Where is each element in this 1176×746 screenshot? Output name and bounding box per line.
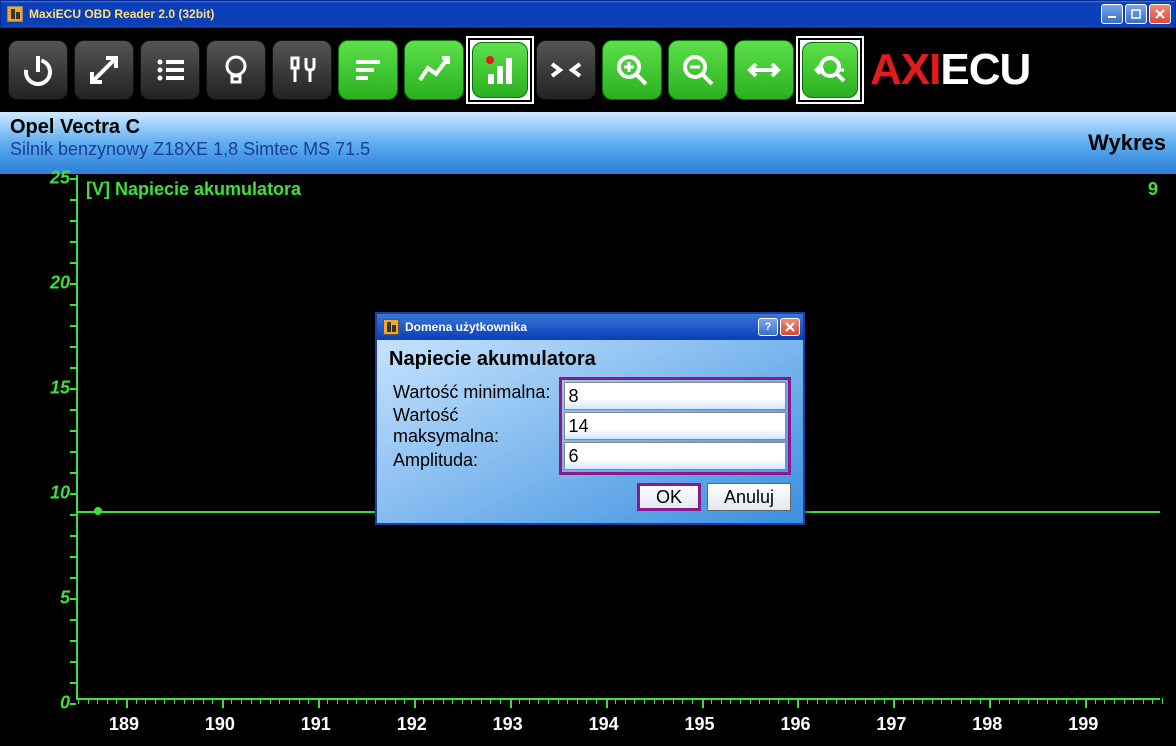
tools-button[interactable] [272, 40, 332, 100]
y-tick-label: 10 [50, 483, 70, 504]
logo-ecu: ECU [940, 45, 1030, 95]
help-icon: ? [765, 321, 772, 333]
dialog-title-text: Domena użytkownika [405, 320, 758, 334]
x-axis: 189 190 191 192 193 194 195 196 197 198 199 [76, 704, 1160, 740]
x-tick-label: 196 [780, 714, 810, 735]
fit-width-icon [746, 52, 782, 88]
list-button[interactable] [140, 40, 200, 100]
x-tick-label: 194 [589, 714, 619, 735]
x-tick-label: 197 [876, 714, 906, 735]
bars-icon [482, 52, 518, 88]
logo-axi: AXI [870, 45, 940, 95]
x-tick-label: 189 [109, 714, 139, 735]
ok-button[interactable]: OK [637, 483, 701, 511]
data-point [94, 507, 102, 515]
fit-width-button[interactable] [734, 40, 794, 100]
y-tick-label: 25 [50, 168, 70, 189]
y-tick-label: 20 [50, 273, 70, 294]
expand-icon [86, 52, 122, 88]
close-icon [1155, 9, 1165, 19]
zoom-out-button[interactable] [668, 40, 728, 100]
titlebar: MaxiECU OBD Reader 2.0 (32bit) [0, 0, 1176, 28]
bulb-button[interactable] [206, 40, 266, 100]
app-icon [7, 6, 23, 22]
amp-input[interactable] [564, 442, 786, 470]
x-tick-label: 195 [685, 714, 715, 735]
tools-icon [284, 52, 320, 88]
zoom-in-button[interactable] [602, 40, 662, 100]
dialog-close-button[interactable] [780, 318, 800, 336]
x-tick-label: 191 [301, 714, 331, 735]
bars-button-selected[interactable] [470, 40, 530, 100]
power-icon [20, 52, 56, 88]
x-tick-label: 198 [972, 714, 1002, 735]
x-tick [1162, 698, 1163, 704]
min-input[interactable] [564, 382, 786, 410]
y-tick-label: 5 [60, 588, 70, 609]
titlebar-text: MaxiECU OBD Reader 2.0 (32bit) [29, 7, 1101, 21]
view-label: Wykres [1088, 130, 1166, 156]
max-input[interactable] [564, 412, 786, 440]
list-icon [152, 52, 188, 88]
close-button[interactable] [1149, 4, 1171, 24]
amp-label: Amplituda: [389, 445, 559, 475]
maximize-icon [1131, 9, 1141, 19]
dialog-buttons: OK Anuluj [389, 483, 791, 511]
domain-dialog: Domena użytkownika ? Napiecie akumulator… [375, 312, 805, 525]
narrow-button[interactable] [536, 40, 596, 100]
dialog-icon [383, 319, 399, 335]
x-tick-label: 199 [1068, 714, 1098, 735]
minimize-icon [1107, 9, 1117, 19]
filter-icon [350, 52, 386, 88]
narrow-icon [548, 52, 584, 88]
dialog-body: Napiecie akumulatora Wartość minimalna: … [377, 340, 803, 523]
bulb-icon [218, 52, 254, 88]
dialog-help-button[interactable]: ? [758, 318, 778, 336]
vehicle-title: Opel Vectra C [10, 116, 370, 139]
dialog-fields: Wartość minimalna: Wartość maksymalna: A… [389, 377, 791, 475]
zoom-out-icon [680, 52, 716, 88]
filter-button[interactable] [338, 40, 398, 100]
y-axis: 0510152025 [6, 175, 76, 700]
x-tick-label: 190 [205, 714, 235, 735]
vehicle-info-strip: Opel Vectra C Silnik benzynowy Z18XE 1,8… [0, 112, 1176, 174]
maximize-button[interactable] [1125, 4, 1147, 24]
window-controls [1101, 4, 1171, 24]
logo: AXIECU [870, 45, 1030, 95]
x-tick-label: 193 [493, 714, 523, 735]
y-tick-label: 15 [50, 378, 70, 399]
x-tick-label: 192 [397, 714, 427, 735]
zoom-fit-button-selected[interactable] [800, 40, 860, 100]
power-button[interactable] [8, 40, 68, 100]
min-label: Wartość minimalna: [389, 377, 559, 407]
graph-button[interactable] [404, 40, 464, 100]
zoom-in-icon [614, 52, 650, 88]
zoom-fit-icon [812, 52, 848, 88]
vehicle-info: Opel Vectra C Silnik benzynowy Z18XE 1,8… [10, 116, 370, 160]
dialog-titlebar[interactable]: Domena użytkownika ? [377, 314, 803, 340]
cancel-button[interactable]: Anuluj [707, 483, 791, 511]
y-tick-label: 0 [60, 693, 70, 714]
max-label: Wartość maksymalna: [389, 411, 559, 441]
graph-icon [416, 52, 452, 88]
toolbar: AXIECU [0, 28, 1176, 112]
dialog-heading: Napiecie akumulatora [389, 348, 791, 371]
close-icon [785, 322, 795, 332]
expand-button[interactable] [74, 40, 134, 100]
vehicle-subtitle: Silnik benzynowy Z18XE 1,8 Simtec MS 71.… [10, 139, 370, 160]
minimize-button[interactable] [1101, 4, 1123, 24]
